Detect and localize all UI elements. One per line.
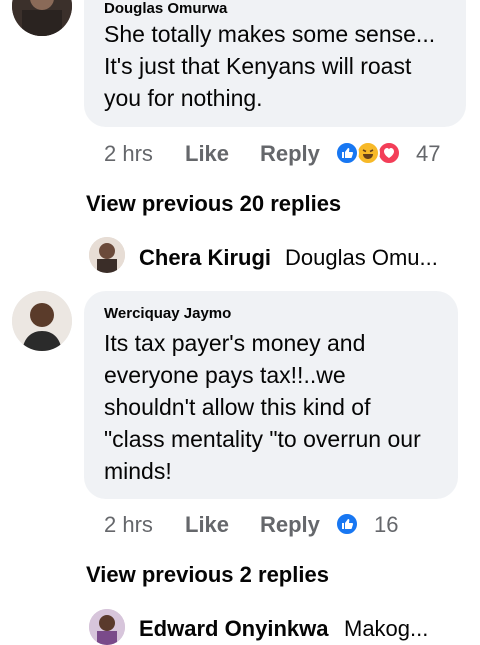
comment-author[interactable]: Douglas Omurwa (104, 0, 227, 17)
comment-timestamp[interactable]: 2 hrs (104, 141, 153, 167)
comment-text: She totally makes some sense... It's jus… (104, 21, 436, 111)
view-previous-replies[interactable]: View previous 20 replies (86, 191, 341, 217)
reaction-count: 16 (374, 512, 399, 537)
reply-snippet[interactable]: Douglas Omu... (285, 245, 438, 271)
view-previous-replies[interactable]: View previous 2 replies (86, 562, 329, 588)
comment-bubble: Douglas Omurwa She totally makes some se… (84, 0, 466, 127)
love-icon (377, 141, 401, 165)
reaction-count: 47 (416, 141, 441, 166)
reactions[interactable] (335, 141, 415, 167)
avatar[interactable] (89, 609, 125, 645)
avatar[interactable] (12, 0, 72, 36)
reply-author[interactable]: Edward Onyinkwa (139, 616, 329, 642)
avatar-photo (89, 237, 125, 273)
comment-author[interactable]: Werciquay Jaymo (104, 305, 231, 322)
avatar[interactable] (12, 291, 72, 351)
reply-author[interactable]: Chera Kirugi (139, 245, 271, 271)
comment-timestamp[interactable]: 2 hrs (104, 512, 153, 538)
haha-icon (356, 141, 380, 165)
avatar-photo (12, 0, 72, 36)
avatar-photo (89, 609, 125, 645)
comment-text: Its tax payer's money and everyone pays … (104, 330, 421, 484)
comment-bubble: Werciquay Jaymo Its tax payer's money an… (84, 291, 458, 499)
reactions[interactable] (335, 512, 365, 538)
like-button[interactable]: Like (185, 141, 229, 167)
reply-button[interactable]: Reply (260, 141, 320, 167)
like-button[interactable]: Like (185, 512, 229, 538)
like-icon (335, 141, 359, 165)
like-icon (335, 512, 359, 536)
avatar[interactable] (89, 237, 125, 273)
avatar-photo (12, 291, 72, 351)
reply-button[interactable]: Reply (260, 512, 320, 538)
reply-snippet[interactable]: Makog... (344, 616, 428, 642)
